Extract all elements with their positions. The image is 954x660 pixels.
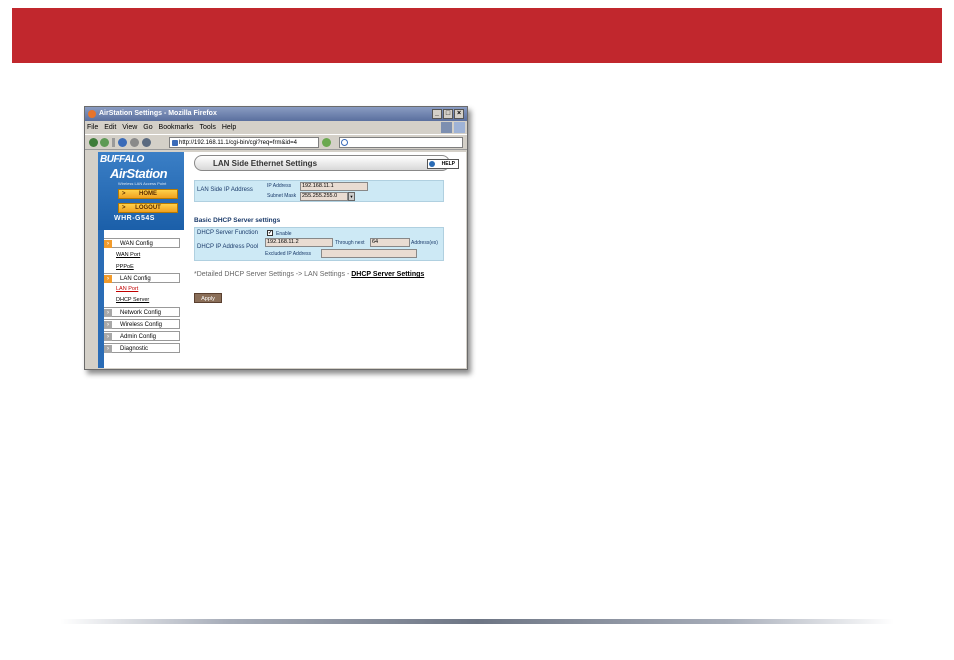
collapsed-icon: ›: [104, 345, 112, 353]
separator-icon: [112, 138, 115, 147]
expand-icon: ›: [104, 240, 112, 248]
main-panel: LAN Side Ethernet Settings HELP LAN Side…: [184, 152, 466, 368]
chevron-right-icon: >: [122, 191, 126, 197]
sidebar-item-wireless-config[interactable]: › Wireless Config: [104, 319, 180, 329]
reload-icon[interactable]: [118, 138, 127, 147]
search-engine-icon: [341, 139, 348, 146]
collapsed-icon: ›: [104, 309, 112, 317]
window-title: AirStation Settings - Mozilla Firefox: [99, 110, 217, 117]
minimize-button[interactable]: _: [432, 109, 442, 119]
sidebar-item-diagnostic[interactable]: › Diagnostic: [104, 343, 180, 353]
airstation-sidebar: BUFFALO AirStation Wireless LAN Access P…: [98, 152, 184, 368]
collapsed-icon: ›: [104, 333, 112, 341]
forward-icon[interactable]: [100, 138, 109, 147]
home-button-label: HOME: [139, 191, 157, 197]
maximize-button[interactable]: □: [443, 109, 453, 119]
url-text: http://192.168.11.1/cgi-bin/cgi?req=frm&…: [179, 140, 297, 146]
menu-go[interactable]: Go: [141, 121, 154, 134]
menu-view[interactable]: View: [120, 121, 139, 134]
page-title: LAN Side Ethernet Settings: [213, 159, 318, 168]
close-button[interactable]: ×: [454, 109, 464, 119]
page-content: BUFFALO AirStation Wireless LAN Access P…: [98, 152, 466, 368]
sidebar-item-label: Wireless Config: [120, 322, 163, 328]
buffalo-logo: BUFFALO: [100, 154, 144, 165]
dhcp-panel: DHCP Server Function ✓ Enable DHCP IP Ad…: [194, 227, 444, 261]
header-banner: [12, 8, 942, 63]
model-name: WHR-G54S: [114, 215, 155, 222]
menubar: File Edit View Go Bookmarks Tools Help: [85, 121, 467, 134]
help-button-label: HELP: [441, 161, 455, 167]
ip-address-label: IP Address: [267, 183, 292, 189]
dhcp-function-label: DHCP Server Function: [197, 230, 258, 236]
sidebar-item-label: Diagnostic: [120, 346, 149, 352]
footer-divider: [60, 619, 894, 624]
dhcp-enable-checkbox[interactable]: ✓: [267, 230, 273, 236]
home-button[interactable]: > HOME: [118, 189, 178, 199]
chevron-right-icon: >: [122, 205, 126, 211]
menu-edit[interactable]: Edit: [102, 121, 118, 134]
product-subtitle: Wireless LAN Access Point: [118, 181, 167, 186]
menu-file[interactable]: File: [85, 121, 100, 134]
firefox-icon: [88, 110, 96, 118]
subnet-mask-select[interactable]: 255.255.255.0: [300, 192, 348, 201]
navigation-toolbar: http://192.168.11.1/cgi-bin/cgi?req=frm&…: [85, 134, 467, 150]
sidebar-toggle-icon[interactable]: [454, 122, 465, 133]
sidebar-item-label: Admin Config: [120, 334, 157, 340]
menu-bookmarks[interactable]: Bookmarks: [157, 121, 196, 134]
expand-icon: ›: [104, 275, 112, 283]
search-input[interactable]: [339, 137, 463, 148]
ip-address-field[interactable]: 192.168.11.1: [300, 182, 368, 191]
site-icon: [172, 140, 178, 146]
enable-label: Enable: [276, 231, 292, 237]
through-next-label: Through next: [335, 240, 365, 246]
sidebar-item-admin-config[interactable]: › Admin Config: [104, 331, 180, 341]
window-titlebar: AirStation Settings - Mozilla Firefox _ …: [85, 107, 467, 121]
stop-icon[interactable]: [130, 138, 139, 147]
page-header: LAN Side Ethernet Settings HELP: [194, 155, 459, 171]
logout-button-label: LOGOUT: [135, 205, 161, 211]
help-button[interactable]: HELP: [427, 159, 459, 169]
sidebar-item-label: LAN Config: [120, 276, 151, 282]
dhcp-section-heading: Basic DHCP Server settings: [194, 217, 281, 224]
lan-ip-panel: LAN Side IP Address IP Address 192.168.1…: [194, 180, 444, 202]
menu-help[interactable]: Help: [220, 121, 238, 134]
sidebar-item-wan-config[interactable]: › WAN Config: [104, 238, 180, 248]
dhcp-pool-label: DHCP IP Address Pool: [197, 244, 259, 250]
pool-start-field[interactable]: 192.168.11.2: [265, 238, 333, 247]
go-icon[interactable]: [322, 138, 331, 147]
help-icon: [429, 161, 435, 167]
airstation-logo: AirStation: [110, 166, 168, 181]
excluded-ip-field[interactable]: [321, 249, 417, 258]
sub-link-lan-port[interactable]: LAN Port: [116, 286, 138, 292]
dhcp-settings-link[interactable]: DHCP Server Settings: [351, 271, 424, 278]
sub-link-dhcp-server[interactable]: DHCP Server: [116, 297, 149, 303]
sidebar-item-lan-config[interactable]: › LAN Config: [104, 273, 180, 283]
back-icon[interactable]: [89, 138, 98, 147]
throbber-icon: [441, 122, 452, 133]
sub-link-wan-port[interactable]: WAN Port: [116, 252, 140, 258]
browser-window: AirStation Settings - Mozilla Firefox _ …: [84, 106, 468, 370]
sidebar-item-network-config[interactable]: › Network Config: [104, 307, 180, 317]
detail-note: *Detailed DHCP Server Settings -> LAN Se…: [194, 270, 454, 279]
menu-tools[interactable]: Tools: [198, 121, 218, 134]
address-suffix-label: Address(es): [411, 240, 438, 246]
url-bar[interactable]: http://192.168.11.1/cgi-bin/cgi?req=frm&…: [169, 137, 319, 148]
subnet-mask-label: Subnet Mask: [267, 193, 297, 199]
chevron-down-icon[interactable]: ▼: [348, 192, 355, 201]
apply-button[interactable]: Apply: [194, 293, 222, 303]
sidebar-item-label: Network Config: [120, 310, 162, 316]
sidebar-header: BUFFALO AirStation Wireless LAN Access P…: [98, 152, 184, 230]
logout-button[interactable]: > LOGOUT: [118, 203, 178, 213]
sidebar-item-label: WAN Config: [120, 241, 153, 247]
pool-count-field[interactable]: 64: [370, 238, 410, 247]
collapsed-icon: ›: [104, 321, 112, 329]
home-icon[interactable]: [142, 138, 151, 147]
excluded-ip-label: Excluded IP Address: [265, 251, 312, 257]
detail-note-text: *Detailed DHCP Server Settings -> LAN Se…: [194, 271, 352, 278]
sub-link-pppoe[interactable]: PPPoE: [116, 264, 134, 270]
lan-ip-section-label: LAN Side IP Address: [197, 187, 253, 193]
